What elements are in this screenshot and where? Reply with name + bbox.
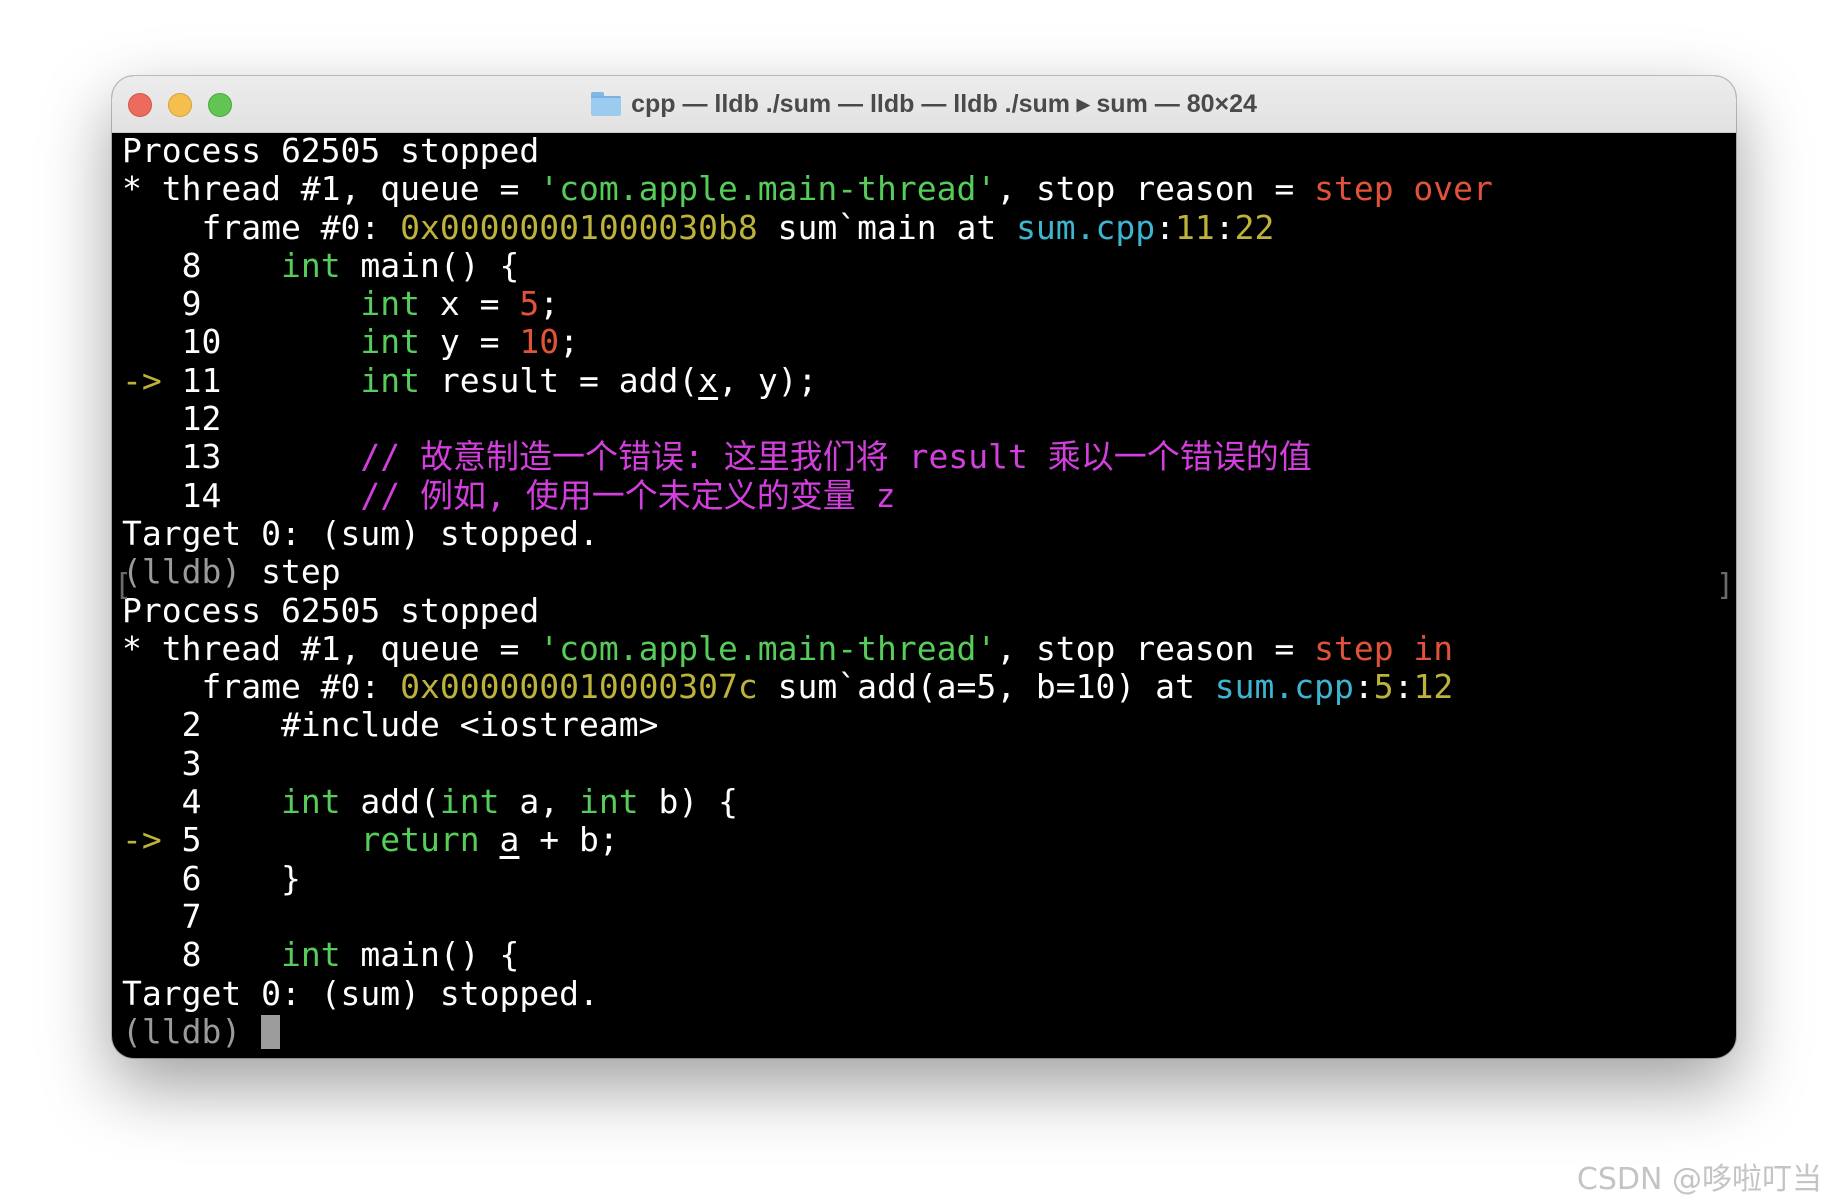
source-line: 3 <box>122 743 202 783</box>
terminal-line: frame #0: 0x00000001000030b8 sum`main at… <box>122 207 1275 247</box>
terminal-line: Target 0: (sum) stopped. <box>122 973 599 1013</box>
terminal-line: Target 0: (sum) stopped. <box>122 513 599 553</box>
lldb-prompt: (lldb) <box>122 1011 242 1051</box>
source-line: 13 // 故意制造一个错误: 这里我们将 result 乘以一个错误的值 <box>122 437 1312 477</box>
mark-bracket-left: [ <box>114 568 133 603</box>
current-column-marker: a <box>499 820 520 860</box>
source-line: 8 int main() { <box>122 935 520 975</box>
title-bar[interactable]: cpp — lldb ./sum — lldb — lldb ./sum ▸ s… <box>112 76 1736 133</box>
source-line: 6 } <box>122 858 301 898</box>
current-line-arrow: -> <box>122 360 162 400</box>
source-line: 2 #include <iostream> <box>122 705 659 745</box>
source-line: 14 // 例如, 使用一个未定义的变量 z <box>122 475 896 515</box>
terminal-line: Process 62505 stopped <box>122 131 540 170</box>
source-line: 4 int add(int a, int b) { <box>122 782 738 822</box>
current-source-line: -> 11 int result = add(x, y); <box>122 360 818 400</box>
terminal-line: * thread #1, queue = 'com.apple.main-thr… <box>122 628 1454 668</box>
entered-command: step <box>241 552 341 592</box>
window-title-area: cpp — lldb ./sum — lldb — lldb ./sum ▸ s… <box>112 76 1736 132</box>
screenshot-stage: cpp — lldb ./sum — lldb — lldb ./sum ▸ s… <box>0 0 1844 1204</box>
folder-icon <box>591 92 622 116</box>
current-column-marker: x <box>698 360 719 400</box>
watermark: CSDN @哆啦叮当 <box>1576 1162 1822 1197</box>
window-title: cpp — lldb ./sum — lldb — lldb ./sum ▸ s… <box>631 90 1257 118</box>
lldb-prompt: (lldb) <box>122 552 242 592</box>
terminal-line: frame #0: 0x000000010000307c sum`add(a=5… <box>122 667 1454 707</box>
text-cursor[interactable] <box>261 1014 281 1049</box>
terminal-output[interactable]: Process 62505 stopped * thread #1, queue… <box>122 131 1726 1058</box>
terminal-window[interactable]: cpp — lldb ./sum — lldb — lldb ./sum ▸ s… <box>112 76 1736 1058</box>
source-line: 8 int main() { <box>122 245 520 285</box>
source-line: 9 int x = 5; <box>122 284 560 324</box>
terminal-line: Process 62505 stopped <box>122 590 540 630</box>
mark-bracket-right: ] <box>1715 568 1734 603</box>
source-line: 10 int y = 10; <box>122 322 579 362</box>
terminal-line: * thread #1, queue = 'com.apple.main-thr… <box>122 169 1493 209</box>
source-line: 7 <box>122 896 202 936</box>
command-line[interactable]: (lldb) <box>122 1011 1726 1051</box>
current-source-line: -> 5 return a + b; <box>122 820 619 860</box>
current-line-arrow: -> <box>122 820 162 860</box>
command-line: (lldb) step <box>122 553 1726 591</box>
source-line: 12 <box>122 399 222 439</box>
